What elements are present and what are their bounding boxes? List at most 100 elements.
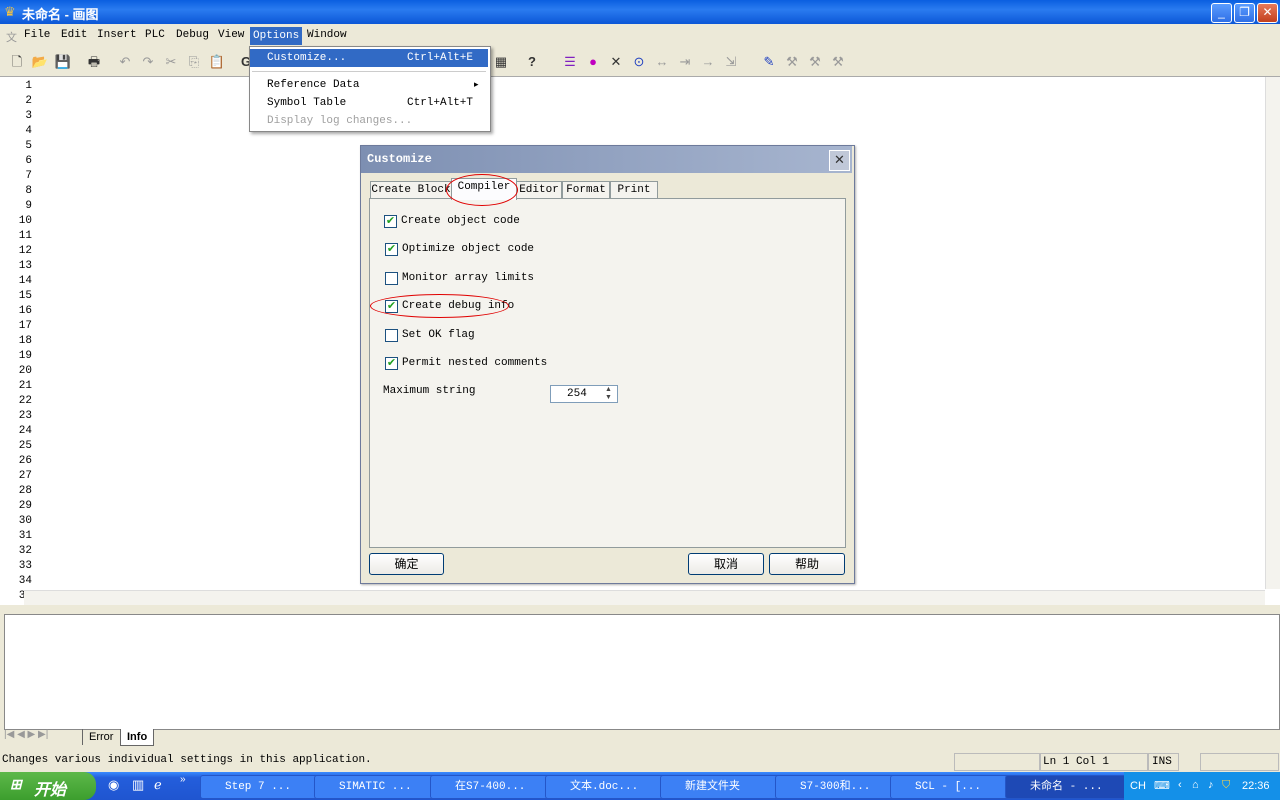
status-position: Ln 1 Col 1 <box>1039 753 1148 771</box>
new-icon[interactable]: 🗋 <box>7 52 27 72</box>
menu-plc[interactable]: PLC <box>145 29 165 41</box>
menu-item-reference-data[interactable]: Reference Data ▸ <box>250 76 488 94</box>
checkbox-label: Set OK flag <box>402 329 475 341</box>
menu-item-label: Display log changes... <box>267 115 413 127</box>
network-icon[interactable]: ⌂ <box>1192 779 1199 791</box>
task-doc[interactable]: 文本.doc... <box>545 775 679 799</box>
tab-create-block[interactable]: Create Block <box>370 181 452 199</box>
paste-icon[interactable]: 📋 <box>207 52 227 72</box>
max-string-value[interactable]: 254 <box>567 388 587 400</box>
line-number: 25 <box>18 440 32 452</box>
status-extra <box>1200 753 1279 771</box>
print-icon[interactable]: 🖶 <box>84 52 104 72</box>
max-string-spinner[interactable]: 254 ▲ ▼ <box>550 385 618 403</box>
security-shield-icon[interactable]: ⛉ <box>1222 779 1230 792</box>
quicklaunch-icon-2[interactable]: ▥ <box>132 777 144 793</box>
chrome-quicklaunch-icon[interactable]: ◉ <box>108 777 119 793</box>
help-button[interactable]: 帮助 <box>769 553 845 575</box>
layout-icon[interactable]: ▦ <box>491 52 511 72</box>
cancel-button[interactable]: 取消 <box>688 553 764 575</box>
checkbox[interactable]: ✔ <box>384 215 397 228</box>
line-number: 14 <box>18 275 32 287</box>
next-statement-icon[interactable]: ↔ <box>652 52 672 72</box>
menu-insert[interactable]: Insert <box>97 29 137 41</box>
remove-breakpoint-icon[interactable]: ✕ <box>606 52 626 72</box>
menu-item-label: Customize... <box>267 52 347 64</box>
line-number: 10 <box>18 215 32 227</box>
language-indicator[interactable]: CH <box>1130 780 1146 792</box>
line-number: 1 <box>25 80 32 92</box>
tool2-icon[interactable]: ⚒ <box>805 52 825 72</box>
tray-expand-icon[interactable]: ‹ <box>1178 779 1182 791</box>
tab-print[interactable]: Print <box>610 181 658 199</box>
line-number: 8 <box>25 185 32 197</box>
continue-icon[interactable]: ⇥ <box>675 52 695 72</box>
task-s7-400[interactable]: 在S7-400... <box>430 775 564 799</box>
line-number: 17 <box>18 320 32 332</box>
menu-item-customize[interactable]: Customize... Ctrl+Alt+E <box>250 49 488 67</box>
step-icon[interactable]: → <box>698 52 718 72</box>
checkbox[interactable]: ✔ <box>385 357 398 370</box>
task-untitled[interactable]: 未命名 - ... <box>1005 775 1141 799</box>
tab-error[interactable]: Error <box>82 729 119 745</box>
start-label: 开始 <box>34 782 67 799</box>
title-bar: ♛ 未命名 - 画图 _ ❐ ✕ <box>0 0 1280 24</box>
line-number: 22 <box>18 395 32 407</box>
line-number: 29 <box>18 500 32 512</box>
menu-file[interactable]: File <box>24 29 50 41</box>
tool1-icon[interactable]: ⚒ <box>782 52 802 72</box>
menu-options[interactable]: Options <box>250 27 303 45</box>
close-button[interactable]: ✕ <box>1257 3 1278 23</box>
undo-icon[interactable]: ↶ <box>115 52 135 72</box>
maximize-button[interactable]: ❐ <box>1234 3 1255 23</box>
menu-item-symbol-table[interactable]: Symbol Table Ctrl+Alt+T <box>250 94 488 112</box>
volume-icon[interactable]: ♪ <box>1208 779 1214 791</box>
save-icon[interactable]: 💾 <box>53 52 73 72</box>
breakpoint-icon[interactable]: ● <box>583 52 603 72</box>
start-button[interactable]: ⊞ 开始 <box>0 772 96 800</box>
line-number: 16 <box>18 305 32 317</box>
line-number: 33 <box>18 560 32 572</box>
task-simatic[interactable]: SIMATIC ... <box>314 775 448 799</box>
tab-nav-arrows[interactable]: |◀ ◀ ▶ ▶| <box>4 729 74 745</box>
horizontal-scrollbar[interactable] <box>24 590 1265 605</box>
dialog-title-bar[interactable]: Customize <box>361 146 852 173</box>
tab-format[interactable]: Format <box>562 181 610 199</box>
monitor-icon[interactable]: ✎ <box>759 52 779 72</box>
copy-icon[interactable]: ⎘ <box>184 52 204 72</box>
tab-editor[interactable]: Editor <box>516 181 562 199</box>
tool3-icon[interactable]: ⚒ <box>828 52 848 72</box>
to-cursor-icon[interactable]: ⇲ <box>721 52 741 72</box>
quicklaunch-more-icon[interactable]: » <box>180 774 186 785</box>
context-help-icon[interactable]: ? <box>522 52 542 72</box>
task-scl[interactable]: SCL - [... <box>890 775 1024 799</box>
task-s7-300[interactable]: S7-300和... <box>775 775 909 799</box>
menu-edit[interactable]: Edit <box>61 29 87 41</box>
cut-icon[interactable]: ✂ <box>161 52 181 72</box>
checkbox[interactable] <box>385 272 398 285</box>
open-icon[interactable]: 📂 <box>30 52 50 72</box>
menu-separator <box>252 71 486 72</box>
redo-icon[interactable]: ↷ <box>138 52 158 72</box>
task-new-folder[interactable]: 新建文件夹 <box>660 775 794 799</box>
ok-button[interactable]: 确定 <box>369 553 444 575</box>
menu-view[interactable]: View <box>218 29 244 41</box>
vertical-scrollbar[interactable] <box>1265 77 1280 589</box>
line-number: 23 <box>18 410 32 422</box>
minimize-button[interactable]: _ <box>1211 3 1232 23</box>
dialog-close-button[interactable]: ✕ <box>829 150 850 171</box>
system-tray: CH ⌨ ‹ ⌂ ♪ ⛉ 22:36 <box>1124 772 1280 800</box>
list-icon[interactable]: ☰ <box>560 52 580 72</box>
ie-quicklaunch-icon[interactable]: ℯ <box>154 777 162 793</box>
tab-info[interactable]: Info <box>120 729 155 746</box>
line-number: 21 <box>18 380 32 392</box>
menu-window[interactable]: Window <box>307 29 347 41</box>
checkbox-label: Permit nested comments <box>402 357 548 369</box>
checkbox[interactable] <box>385 329 398 342</box>
spin-down-icon[interactable]: ▼ <box>601 394 616 402</box>
breakpoints-active-icon[interactable]: ⊙ <box>629 52 649 72</box>
checkbox[interactable]: ✔ <box>385 243 398 256</box>
spin-up-icon[interactable]: ▲ <box>601 386 616 394</box>
keyboard-icon[interactable]: ⌨ <box>1154 779 1170 792</box>
menu-debug[interactable]: Debug <box>176 29 209 41</box>
